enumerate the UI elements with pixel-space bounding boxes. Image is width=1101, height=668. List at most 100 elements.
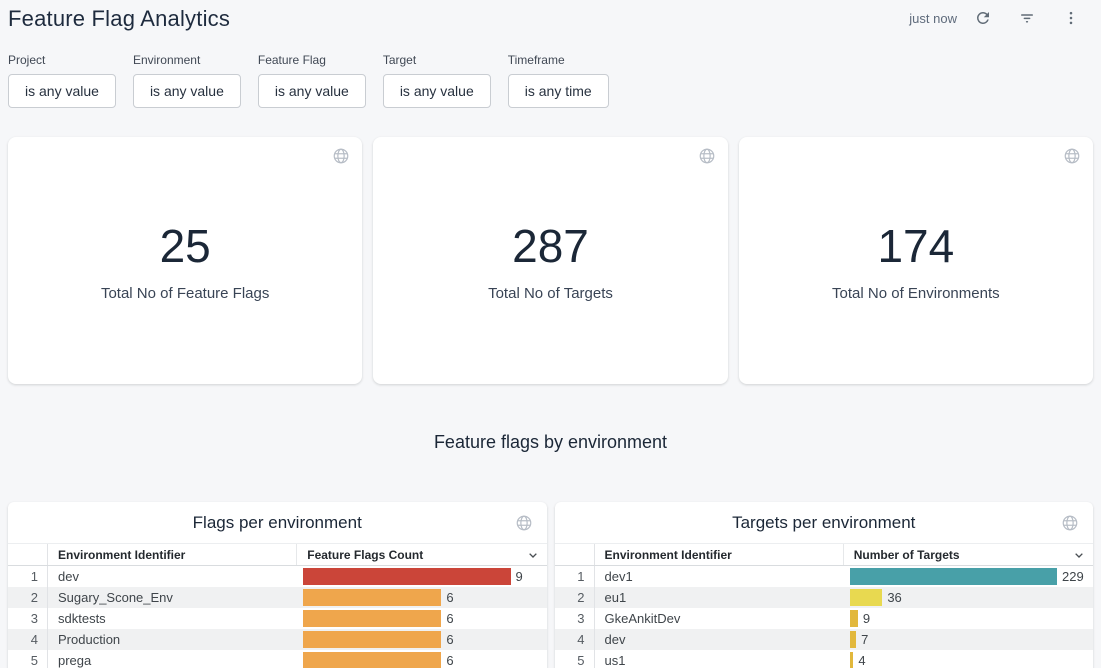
- kpi-card-targets: 287 Total No of Targets: [373, 137, 727, 384]
- filter-project-label: Project: [8, 53, 116, 67]
- globe-icon[interactable]: [332, 147, 350, 170]
- column-header-feature-flags-count[interactable]: Feature Flags Count: [297, 544, 546, 565]
- table-row[interactable]: 4Production6: [8, 629, 547, 650]
- value-bar: [303, 652, 441, 668]
- value-label: 4: [858, 653, 865, 668]
- globe-icon[interactable]: [515, 514, 533, 537]
- table-row[interactable]: 1dev 9: [8, 566, 547, 587]
- refresh-icon[interactable]: [973, 8, 993, 28]
- table-row[interactable]: 1dev1229: [555, 566, 1094, 587]
- value-label: 6: [446, 590, 453, 605]
- filter-environment-value-button[interactable]: is any value: [133, 74, 241, 108]
- targets-per-environment-card: Targets per environment Environment Iden…: [555, 502, 1094, 668]
- value-label: 6: [446, 653, 453, 668]
- table-row[interactable]: 2eu136: [555, 587, 1094, 608]
- kpi-card-environments: 174 Total No of Environments: [739, 137, 1093, 384]
- table-row[interactable]: 2Sugary_Scone_Env 6: [8, 587, 547, 608]
- filter-project-value-button[interactable]: is any value: [8, 74, 116, 108]
- row-number: 5: [8, 650, 48, 668]
- row-number-gutter: [8, 544, 48, 565]
- kpi-label: Total No of Targets: [373, 285, 727, 302]
- environment-identifier-cell: us1: [595, 653, 844, 668]
- value-label: 36: [887, 590, 901, 605]
- kpi-label: Total No of Feature Flags: [8, 285, 362, 302]
- value-bar: [850, 589, 883, 606]
- environment-identifier-cell: prega: [48, 653, 297, 668]
- value-cell: 6: [297, 608, 546, 629]
- table-card-title: Flags per environment: [8, 502, 547, 543]
- chevron-down-icon[interactable]: [525, 547, 541, 566]
- table-cards-row: Flags per environment Environment Identi…: [8, 502, 1093, 668]
- value-cell: 9: [297, 566, 546, 587]
- kpi-label: Total No of Environments: [739, 285, 1093, 302]
- flags-per-environment-card: Flags per environment Environment Identi…: [8, 502, 547, 668]
- filter-timeframe-value-button[interactable]: is any time: [508, 74, 609, 108]
- filter-environment: Environment is any value: [133, 53, 241, 108]
- table-row[interactable]: 3sdktests6: [8, 608, 547, 629]
- filter-target-value-button[interactable]: is any value: [383, 74, 491, 108]
- environment-identifier-cell: eu1: [595, 590, 844, 605]
- environment-identifier-cell: dev: [48, 569, 297, 584]
- header-actions: just now: [909, 8, 1081, 28]
- last-refresh-status: just now: [909, 11, 957, 26]
- value-label: 6: [446, 611, 453, 626]
- row-number: 1: [8, 566, 48, 587]
- table-body: 1dev12292eu1363GkeAnkitDev94dev75us14: [555, 566, 1094, 668]
- filter-timeframe-label: Timeframe: [508, 53, 609, 67]
- value-label: 9: [863, 611, 870, 626]
- globe-icon[interactable]: [1063, 147, 1081, 170]
- filter-bar: Project is any value Environment is any …: [0, 40, 1101, 108]
- filter-feature-flag-value-button[interactable]: is any value: [258, 74, 366, 108]
- chevron-down-icon[interactable]: [1071, 547, 1087, 566]
- row-number: 4: [555, 629, 595, 650]
- table-row[interactable]: 4dev 7: [555, 629, 1094, 650]
- value-bar: [303, 610, 441, 627]
- column-header-number-of-targets[interactable]: Number of Targets: [844, 544, 1093, 565]
- row-number: 5: [555, 650, 595, 668]
- value-cell: 7: [844, 629, 1093, 650]
- row-number: 3: [8, 608, 48, 629]
- kpi-cards-row: 25 Total No of Feature Flags 287 Total N…: [8, 137, 1093, 384]
- value-cell: 229: [844, 566, 1093, 587]
- value-cell: 36: [844, 587, 1093, 608]
- value-cell: 6: [297, 629, 546, 650]
- kpi-value: 174: [739, 137, 1093, 269]
- value-label: 6: [446, 632, 453, 647]
- column-header-label: Feature Flags Count: [307, 548, 423, 562]
- kpi-card-feature-flags: 25 Total No of Feature Flags: [8, 137, 362, 384]
- more-vert-icon[interactable]: [1061, 8, 1081, 28]
- row-number: 1: [555, 566, 595, 587]
- value-cell: 6: [297, 587, 546, 608]
- environment-identifier-cell: dev: [595, 632, 844, 647]
- value-cell: 6: [297, 650, 546, 668]
- globe-icon[interactable]: [1061, 514, 1079, 537]
- column-header-environment-identifier[interactable]: Environment Identifier: [48, 544, 297, 565]
- row-number: 2: [8, 587, 48, 608]
- value-label: 9: [516, 569, 523, 584]
- filter-project: Project is any value: [8, 53, 116, 108]
- table-row[interactable]: 3GkeAnkitDev9: [555, 608, 1094, 629]
- section-title: Feature flags by environment: [0, 432, 1101, 453]
- row-number-gutter: [555, 544, 595, 565]
- filter-feature-flag: Feature Flag is any value: [258, 53, 366, 108]
- value-cell: 4: [844, 650, 1093, 668]
- environment-identifier-cell: Sugary_Scone_Env: [48, 590, 297, 605]
- value-label: 229: [1062, 569, 1084, 584]
- environment-identifier-cell: Production: [48, 632, 297, 647]
- value-label: 7: [861, 632, 868, 647]
- value-bar: [303, 589, 441, 606]
- filter-target-label: Target: [383, 53, 491, 67]
- table-row[interactable]: 5us1 4: [555, 650, 1094, 668]
- dashboard-header: Feature Flag Analytics just now: [0, 0, 1101, 40]
- column-header-environment-identifier[interactable]: Environment Identifier: [595, 544, 844, 565]
- column-header-label: Number of Targets: [854, 548, 960, 562]
- filter-icon[interactable]: [1017, 8, 1037, 28]
- table-card-title: Targets per environment: [555, 502, 1094, 543]
- kpi-value: 287: [373, 137, 727, 269]
- globe-icon[interactable]: [698, 147, 716, 170]
- filter-target: Target is any value: [383, 53, 491, 108]
- environment-identifier-cell: GkeAnkitDev: [595, 611, 844, 626]
- table-row[interactable]: 5prega 6: [8, 650, 547, 668]
- value-cell: 9: [844, 608, 1093, 629]
- filter-environment-label: Environment: [133, 53, 241, 67]
